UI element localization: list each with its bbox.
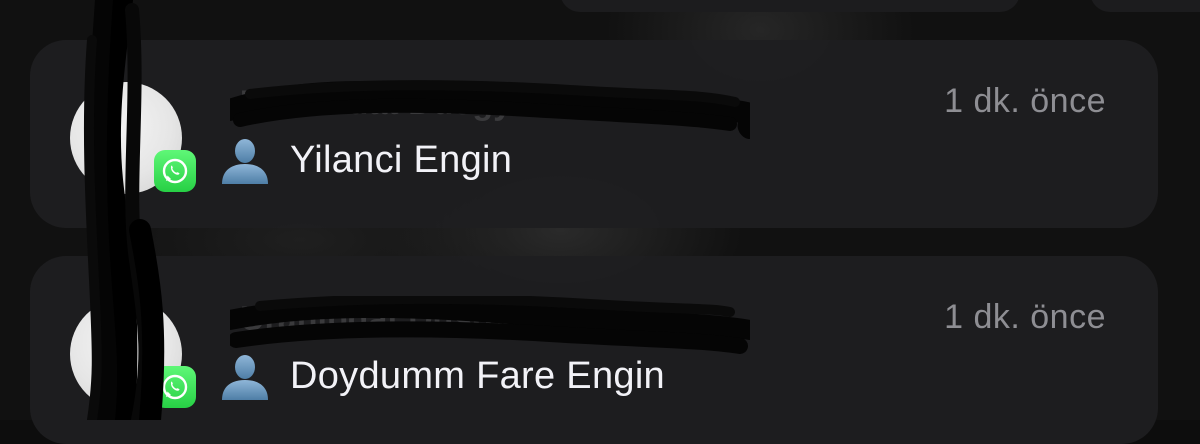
notification-app-icon [70,298,196,410]
notification-timestamp: 1 dk. önce [944,82,1106,120]
notification-card[interactable]: Uranibdat Dusgyin 1 dk. önce Doydumm Far… [30,256,1158,444]
redaction-scribble [230,80,750,139]
person-silhouette-icon [222,139,268,184]
previous-notification-edge[interactable] [560,0,1020,12]
whatsapp-icon [154,150,196,192]
notification-message-text: Doydumm Fare Engin [290,354,665,397]
notification-app-icon [70,82,196,194]
notification-message-text: Yilanci Engin [290,138,513,181]
previous-notification-edge-2[interactable] [1090,0,1200,12]
notification-body: Yilanci Engin [216,136,512,184]
whatsapp-icon [154,366,196,408]
redaction-scribble [230,296,750,354]
notification-body: Doydumm Fare Engin [216,352,665,400]
notification-timestamp: 1 dk. önce [944,298,1106,336]
person-silhouette-icon [222,355,268,400]
notification-card[interactable]: Uranibdat Dusgyin 1 dk. önce Yilanci Eng… [30,40,1158,228]
